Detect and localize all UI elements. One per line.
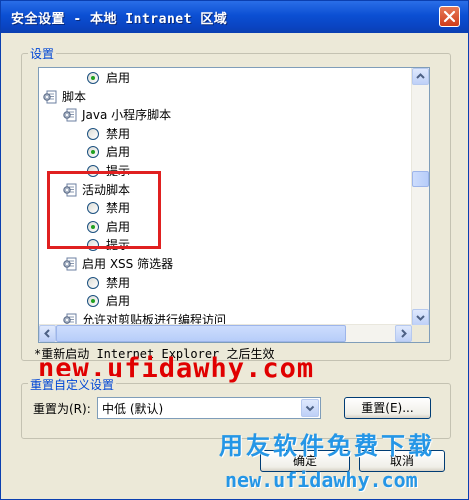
tree-row-label: 启用 xyxy=(106,294,131,309)
reset-group-title: 重置自定义设置 xyxy=(28,376,117,393)
close-icon xyxy=(443,10,456,23)
horizontal-scroll-thumb[interactable] xyxy=(56,325,346,342)
scroll-down-button[interactable] xyxy=(412,309,429,326)
radio-button[interactable] xyxy=(87,72,99,84)
chevron-left-icon xyxy=(44,329,50,338)
chevron-down-icon xyxy=(416,315,425,321)
tree-row-label: Java 小程序脚本 xyxy=(82,108,172,123)
scroll-left-button[interactable] xyxy=(39,325,56,342)
dropdown-button[interactable] xyxy=(301,399,319,417)
reset-button[interactable]: 重置(E)... xyxy=(344,397,431,419)
tree-row-label: 启用 xyxy=(106,71,131,85)
tree-row-label: 启用 XSS 筛选器 xyxy=(82,257,174,271)
watermark-url-bottom: new.ufidawhy.com xyxy=(225,468,418,492)
vertical-scroll-thumb[interactable] xyxy=(412,171,429,187)
reset-level-select[interactable]: 中低 (默认) xyxy=(97,397,321,419)
settings-group-title: 设置 xyxy=(28,45,57,62)
reset-to-label: 重置为(R): xyxy=(33,402,91,416)
chevron-right-icon xyxy=(401,329,407,338)
radio-button[interactable] xyxy=(87,127,99,140)
scrollbar-corner xyxy=(412,325,429,342)
tree-row-label: 禁用 xyxy=(106,275,131,290)
settings-page-icon xyxy=(63,108,77,122)
security-settings-dialog: 安全设置 - 本地 Intranet 区域 设置 启用 脚本 Java 小程序脚本禁… xyxy=(0,0,469,500)
reset-level-value: 中低 (默认) xyxy=(102,402,164,416)
chevron-down-icon xyxy=(305,405,315,412)
tree-row-label: 启用 xyxy=(106,145,131,160)
vertical-scrollbar[interactable] xyxy=(411,68,429,326)
close-button[interactable] xyxy=(439,6,460,27)
scroll-up-button[interactable] xyxy=(412,68,429,85)
radio-button[interactable] xyxy=(87,146,99,159)
watermark-brand: 用友软件免费下载 xyxy=(219,432,435,460)
radio-button[interactable] xyxy=(87,276,99,289)
settings-page-icon xyxy=(43,90,57,104)
title-bar[interactable]: 安全设置 - 本地 Intranet 区域 xyxy=(1,1,468,33)
settings-page-icon xyxy=(63,257,77,271)
window-title: 安全设置 - 本地 Intranet 区域 xyxy=(11,12,228,27)
tree-row-label: 脚本 xyxy=(62,89,87,104)
radio-button[interactable] xyxy=(87,295,99,308)
scroll-right-button[interactable] xyxy=(395,325,412,342)
chevron-up-icon xyxy=(416,73,425,79)
highlight-box xyxy=(47,171,161,249)
tree-row-label: 禁用 xyxy=(106,126,131,141)
horizontal-scrollbar[interactable] xyxy=(39,324,412,342)
